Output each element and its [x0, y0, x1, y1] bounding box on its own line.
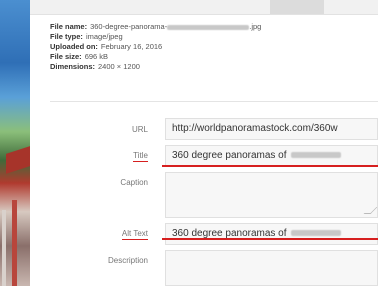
- description-label: Description: [107, 256, 148, 265]
- title-highlight-line: [162, 165, 378, 167]
- alt-highlight-line: [162, 238, 378, 240]
- file-size-label: File size:: [50, 52, 82, 61]
- file-name-ext: .jpg: [249, 22, 262, 31]
- uploaded-row: Uploaded on: February 16, 2016: [50, 42, 261, 52]
- alt-text-field[interactable]: 360 degree panoramas of: [165, 223, 378, 245]
- thumbnail-pole-shape: [12, 200, 17, 286]
- panel-top-tab[interactable]: [270, 0, 324, 14]
- file-name-label: File name:: [50, 22, 88, 31]
- caption-textarea[interactable]: [165, 172, 378, 218]
- attachment-details-panel: File name: 360-degree-panorama- .jpg File …: [30, 0, 378, 286]
- url-label: URL: [131, 125, 148, 134]
- title-label-wrap: Title: [68, 151, 148, 162]
- file-size-row: File size: 696 kB: [50, 52, 261, 62]
- file-type-row: File type: image/jpeg: [50, 32, 261, 42]
- file-name-row: File name: 360-degree-panorama- .jpg: [50, 22, 261, 32]
- dimensions-label: Dimensions:: [50, 62, 96, 71]
- alt-text-label: Alt Text: [121, 229, 148, 240]
- resize-handle-icon[interactable]: [363, 207, 377, 214]
- file-name-value: 360-degree-panorama-: [90, 22, 168, 31]
- title-field[interactable]: 360 degree panoramas of: [165, 145, 378, 167]
- redacted-title: [290, 152, 341, 159]
- thumbnail-column-shape: [2, 210, 6, 286]
- redacted-alt: [290, 230, 341, 237]
- file-info-block: File name: 360-degree-panorama- .jpg File …: [50, 22, 261, 72]
- title-label: Title: [133, 151, 148, 162]
- uploaded-label: Uploaded on:: [50, 42, 98, 51]
- caption-label: Caption: [120, 178, 148, 187]
- redacted-filename: [167, 24, 250, 30]
- uploaded-value: February 16, 2016: [100, 42, 163, 51]
- description-textarea[interactable]: [165, 250, 378, 286]
- file-type-label: File type:: [50, 32, 83, 41]
- thumbnail-roof-shape: [6, 146, 30, 174]
- file-size-value: 696 kB: [84, 52, 109, 61]
- dimensions-row: Dimensions: 2400 × 1200: [50, 62, 261, 72]
- file-type-value: image/jpeg: [85, 32, 123, 41]
- url-value: http://worldpanoramastock.com/360w: [172, 123, 338, 134]
- image-thumbnail[interactable]: [0, 0, 30, 286]
- title-value: 360 degree panoramas of: [172, 150, 287, 161]
- alt-label-wrap: Alt Text: [68, 229, 148, 240]
- panel-top-bar: [30, 0, 378, 15]
- url-field[interactable]: http://worldpanoramastock.com/360w: [165, 118, 378, 140]
- dimensions-value: 2400 × 1200: [98, 62, 140, 71]
- section-divider: [50, 101, 378, 102]
